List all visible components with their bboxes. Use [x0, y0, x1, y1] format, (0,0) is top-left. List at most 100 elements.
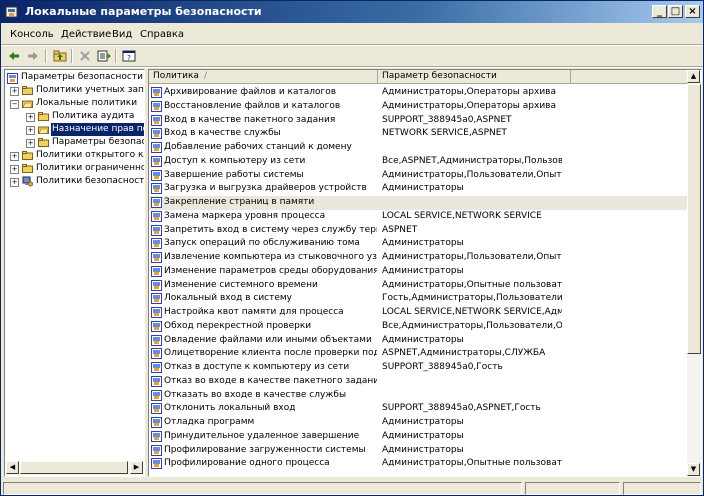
maximize-button[interactable]: □: [668, 5, 683, 18]
menu-help[interactable]: Справка: [140, 29, 184, 40]
table-row[interactable]: Профилирование загруженности системы Адми…: [149, 444, 689, 458]
policy-name: Профилирование одного процесса: [164, 458, 330, 469]
table-row[interactable]: Овладение файлами или иными объектами Адм…: [149, 334, 689, 348]
table-row[interactable]: Изменение параметров среды оборудования А…: [149, 265, 689, 279]
minimize-button[interactable]: _: [652, 5, 667, 18]
policy-setting: Все,Администраторы,Пользователи,Опы...: [382, 320, 562, 331]
table-row[interactable]: Отказ во входе в качестве пакетного зада…: [149, 375, 689, 389]
policy-setting: Администраторы,Опытные пользователи: [382, 458, 562, 469]
tree-item-label: Политики безопасности I...: [36, 176, 145, 186]
table-row[interactable]: Извлечение компьютера из стыковочного уз…: [149, 251, 689, 265]
arrow-right-icon[interactable]: [25, 48, 41, 64]
scroll-right-button[interactable]: ▶: [130, 461, 143, 474]
tree-item-security-options[interactable]: + Параметры безопасн...: [6, 136, 144, 149]
table-row[interactable]: Загрузка и выгрузка драйверов устройств А…: [149, 182, 689, 196]
up-folder-icon[interactable]: [52, 48, 68, 64]
table-row[interactable]: Олицетворение клиента после проверки под…: [149, 347, 689, 361]
close-button[interactable]: ×: [685, 5, 700, 18]
policy-icon: [151, 210, 162, 222]
policy-setting: Администраторы: [382, 183, 464, 194]
table-row[interactable]: Доступ к компьютеру из сети Все,ASPNET,Ад…: [149, 155, 689, 169]
arrow-left-icon[interactable]: [6, 48, 22, 64]
table-row[interactable]: Обход перекрестной проверки Все,Администр…: [149, 320, 689, 334]
menu-view[interactable]: Вид: [112, 29, 132, 40]
tree-pane[interactable]: Параметры безопасности + Политики учетны…: [4, 69, 145, 477]
table-row[interactable]: Добавление рабочих станций к домену: [149, 141, 689, 155]
policy-name: Изменение системного времени: [164, 279, 318, 290]
menu-action[interactable]: Действие: [61, 29, 111, 40]
list-vertical-scrollbar[interactable]: ▲ ▼: [687, 70, 701, 476]
export-list-icon[interactable]: [96, 48, 112, 64]
menu-console[interactable]: Консоль: [10, 29, 54, 40]
table-row[interactable]: Настройка квот памяти для процесса LOCAL …: [149, 306, 689, 320]
table-row[interactable]: Отклонить локальный вход SUPPORT_388945a0…: [149, 402, 689, 416]
table-row[interactable]: Принудительное удаленное завершение Админ…: [149, 430, 689, 444]
policy-icon: [151, 128, 162, 140]
table-row[interactable]: Локальный вход в систему Гость,Администра…: [149, 292, 689, 306]
table-row[interactable]: Профилирование одного процесса Администра…: [149, 457, 689, 471]
expand-icon[interactable]: +: [10, 87, 19, 96]
table-row[interactable]: Вход в качестве пакетного задания SUPPORT…: [149, 114, 689, 128]
policy-setting: Гость,Администраторы,Пользователи,О...: [382, 293, 562, 304]
table-row[interactable]: Отказ в доступе к компьютеру из сети SUPP…: [149, 361, 689, 375]
tree-horizontal-scrollbar[interactable]: ◀ ▶: [6, 461, 143, 475]
scroll-up-button[interactable]: ▲: [687, 70, 700, 83]
scroll-thumb[interactable]: [20, 461, 128, 474]
tree-item-ip-security[interactable]: + Политики безопасности I...: [6, 175, 145, 188]
table-row[interactable]: Изменение системного времени Администрато…: [149, 279, 689, 293]
policy-setting: Администраторы: [382, 444, 464, 455]
tree-item-public-key-policies[interactable]: + Политики открытого клю...: [6, 149, 144, 162]
sort-indicator-icon: /: [204, 71, 208, 81]
policy-icon: [151, 444, 162, 456]
column-header-policy[interactable]: Политика /: [149, 70, 378, 84]
policy-icon: [151, 224, 162, 236]
policy-name: Отказ во входе в качестве пакетного зада…: [164, 375, 377, 386]
table-row[interactable]: Запретить вход в систему через службу те…: [149, 224, 689, 238]
tree-item-security-settings[interactable]: Параметры безопасности: [6, 71, 144, 84]
table-row[interactable]: Отказать во входе в качестве службы: [149, 389, 689, 403]
policy-setting: ASPNET,Администраторы,СЛУЖБА: [382, 348, 546, 359]
expand-icon[interactable]: +: [10, 178, 19, 187]
table-row[interactable]: Восстановление файлов и каталогов Админис…: [149, 100, 689, 114]
tree-item-audit-policy[interactable]: + Политика аудита: [6, 110, 144, 123]
policy-setting: Администраторы,Пользователи,Опытны...: [382, 169, 562, 180]
tree-item-local-policies[interactable]: − Локальные политики: [6, 97, 144, 110]
table-row[interactable]: Запуск операций по обслуживанию тома Адми…: [149, 237, 689, 251]
column-header-label: Параметр безопасности: [382, 71, 497, 81]
policy-icon: [151, 238, 162, 250]
scroll-thumb[interactable]: [687, 84, 701, 354]
toolbar: ?: [1, 46, 703, 66]
expand-icon[interactable]: +: [26, 139, 35, 148]
policy-icon: [151, 389, 162, 401]
policy-icon: [151, 100, 162, 112]
expand-icon[interactable]: +: [10, 152, 19, 161]
table-row[interactable]: Вход в качестве службы NETWORK SERVICE,AS…: [149, 127, 689, 141]
policy-name: Обход перекрестной проверки: [164, 320, 312, 331]
scroll-left-button[interactable]: ◀: [6, 461, 19, 474]
scroll-down-button[interactable]: ▼: [687, 463, 700, 476]
column-header-value[interactable]: Параметр безопасности: [378, 70, 571, 84]
tree-item-software-restriction[interactable]: + Политики ограниченного...: [6, 162, 144, 175]
expand-icon[interactable]: +: [26, 113, 35, 122]
delete-icon[interactable]: [77, 48, 93, 64]
tree-item-account-policies[interactable]: + Политики учетных запи...: [6, 84, 144, 97]
table-row[interactable]: Отладка программ Администраторы: [149, 416, 689, 430]
table-row[interactable]: Архивирование файлов и каталогов Админист…: [149, 86, 689, 100]
table-row[interactable]: Закрепление страниц в памяти: [149, 196, 689, 210]
policy-setting: Все,ASPNET,Администраторы,Пользоват...: [382, 155, 562, 166]
policy-icon: [151, 87, 162, 98]
column-header-label: Политика: [153, 71, 199, 81]
toolbar-separator: [45, 49, 47, 63]
table-row[interactable]: Завершение работы системы Администраторы,…: [149, 169, 689, 183]
app-window: Локальные параметры безопасности _ □ × К…: [0, 0, 704, 496]
table-row[interactable]: Замена маркера уровня процесса LOCAL SERV…: [149, 210, 689, 224]
expand-icon[interactable]: +: [10, 165, 19, 174]
expand-icon[interactable]: +: [26, 126, 35, 135]
help-icon[interactable]: ?: [121, 48, 137, 64]
svg-text:?: ?: [127, 54, 131, 62]
policy-list-pane[interactable]: Политика / Параметр безопасности Архивир…: [148, 69, 702, 477]
collapse-icon[interactable]: −: [10, 100, 19, 109]
tree-item-user-rights[interactable]: + Назначение прав пол...: [6, 122, 144, 137]
policy-name: Настройка квот памяти для процесса: [164, 307, 344, 317]
title-bar[interactable]: Локальные параметры безопасности _ □ ×: [1, 1, 703, 23]
